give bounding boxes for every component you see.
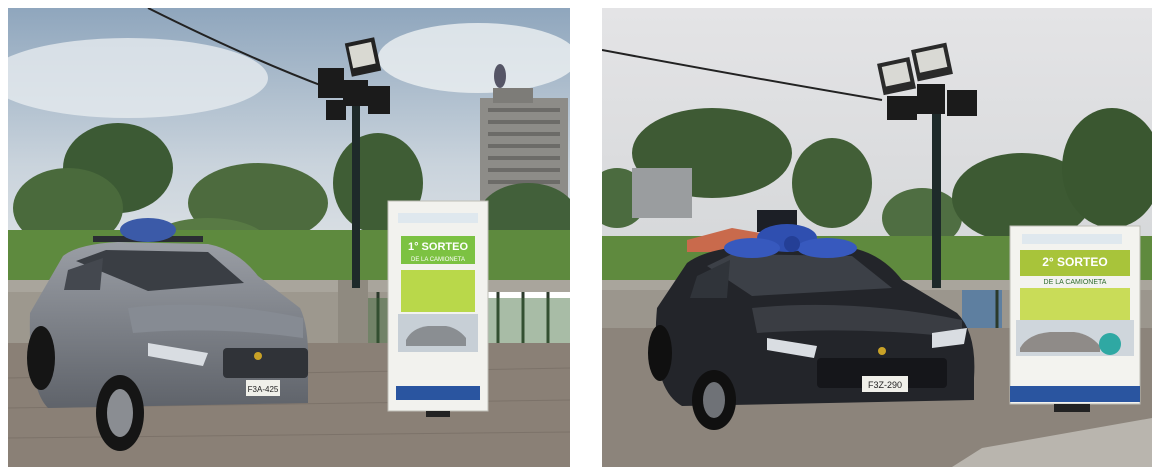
banner-subheading: DE LA CAMIONETA <box>1044 279 1107 286</box>
photo-left: 1° SORTEO DE LA CAMIONETA F3A-425 <box>8 8 570 467</box>
banner-subheading: DE LA CAMIONETA <box>411 257 465 263</box>
banner-heading: 2° SORTEO <box>1042 255 1107 269</box>
banner-heading: 1° SORTEO <box>408 241 468 253</box>
photo-right: 2° SORTEO DE LA CAMIONETA F3Z-290 <box>602 8 1152 467</box>
photo-right-scene: 2° SORTEO DE LA CAMIONETA F3Z-290 <box>602 8 1152 467</box>
raffle-banner: 1° SORTEO DE LA CAMIONETA <box>387 200 489 417</box>
photo-left-scene: 1° SORTEO DE LA CAMIONETA F3A-425 <box>8 8 570 467</box>
license-plate: F3A-425 <box>248 385 279 394</box>
raffle-banner: 2° SORTEO DE LA CAMIONETA <box>1009 225 1141 412</box>
license-plate: F3Z-290 <box>868 380 902 390</box>
